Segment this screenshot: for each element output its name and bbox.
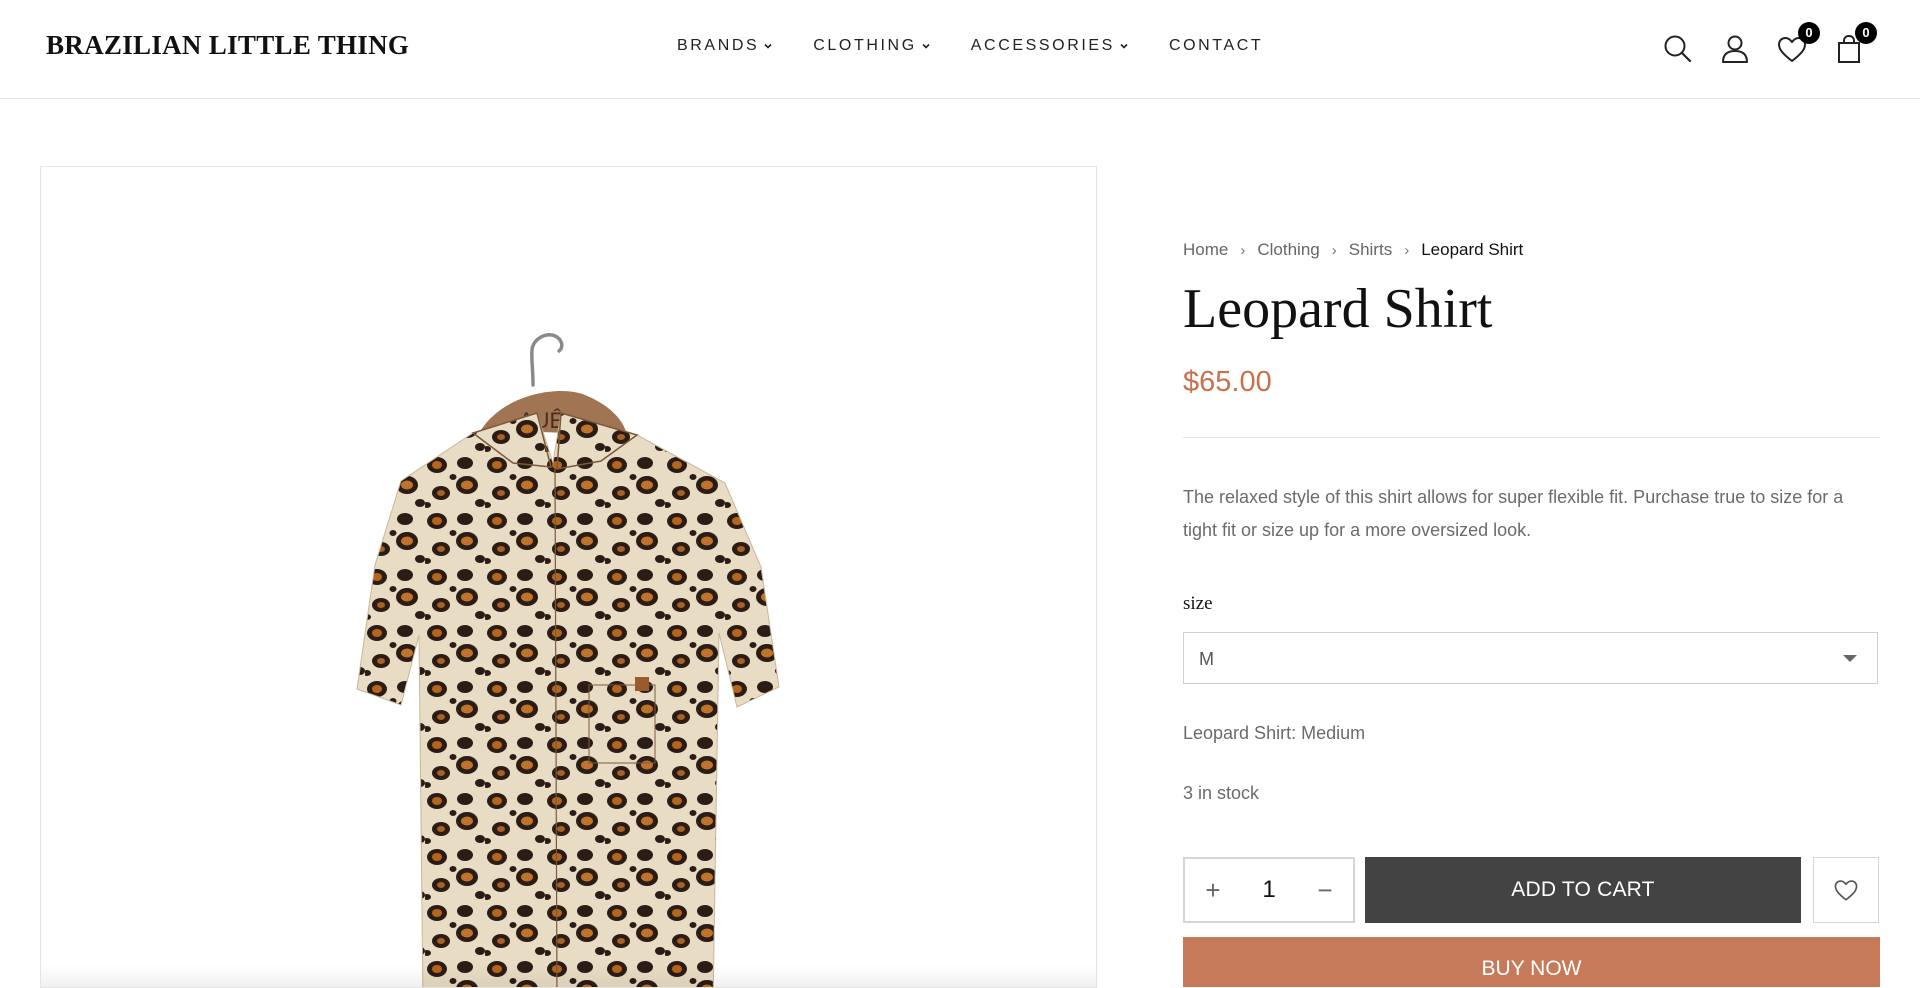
quantity-input[interactable]: 1 [1241,876,1297,904]
search-button[interactable] [1356,33,1388,65]
product-image-box[interactable]: AUÊ [40,166,1097,988]
main-nav: BRANDS CLOTHING ACCESSORIES CONTACT [677,37,1303,55]
size-select-value: M [1199,649,1214,669]
heart-icon [1834,880,1858,901]
cart-button[interactable]: 0 [1833,22,1877,65]
quantity-increase-button[interactable]: + [1185,859,1241,921]
quantity-decrease-button[interactable]: − [1297,859,1353,921]
breadcrumb: Home › Clothing › Shirts › Leopard Shirt [1183,240,1523,260]
nav-item-label: CONTACT [1168,37,1264,54]
add-to-cart-button[interactable]: ADD TO CART [1365,857,1801,923]
variant-text: Leopard Shirt: Medium [1183,723,1366,743]
cart-count-badge: 0 [1855,22,1877,44]
site-header: BRAZILIAN LITTLE THING BRANDS CLOTHING A… [0,0,1920,99]
buy-now-button[interactable]: BUY NOW [1183,937,1880,987]
nav-item-label: BRANDS [677,37,760,54]
nav-item-clothing[interactable]: CLOTHING [813,37,930,55]
chevron-down-icon [1120,43,1128,49]
size-label: size [1183,593,1213,614]
leopard-shirt-photo: AUÊ [356,333,780,987]
add-to-wishlist-button[interactable] [1813,857,1879,923]
nav-item-accessories[interactable]: ACCESSORIES [971,37,1129,55]
chevron-right-icon: › [1331,241,1337,259]
nav-item-label: ACCESSORIES [970,37,1115,54]
size-select[interactable]: M [1183,632,1878,684]
search-icon[interactable] [1662,33,1694,65]
product-price: $65.00 [1183,366,1272,398]
nav-item-label: CLOTHING [813,37,917,54]
divider [1183,437,1880,438]
caret-down-icon [1843,655,1857,662]
wishlist-count-badge: 0 [1798,22,1820,44]
chevron-right-icon: › [1404,241,1410,259]
product-description: The relaxed style of this shirt allows f… [1183,487,1844,540]
user-icon[interactable] [1719,33,1751,65]
breadcrumb-home[interactable]: Home [1183,240,1228,260]
nav-item-brands[interactable]: BRANDS [677,37,773,55]
chevron-down-icon [922,43,930,49]
chevron-down-icon [764,43,772,49]
site-logo[interactable]: BRAZILIAN LITTLE THING [46,30,409,61]
breadcrumb-clothing[interactable]: Clothing [1257,240,1319,260]
stock-status: 3 in stock [1183,783,1260,803]
wishlist-button[interactable]: 0 [1776,22,1820,65]
chevron-right-icon: › [1240,241,1246,259]
breadcrumb-current: Leopard Shirt [1421,240,1524,259]
nav-item-contact[interactable]: CONTACT [1169,37,1263,55]
breadcrumb-shirts[interactable]: Shirts [1349,240,1392,260]
quantity-stepper: + 1 − [1183,857,1355,923]
product-title: Leopard Shirt [1183,278,1493,340]
image-bottom-shadow [41,965,1096,987]
